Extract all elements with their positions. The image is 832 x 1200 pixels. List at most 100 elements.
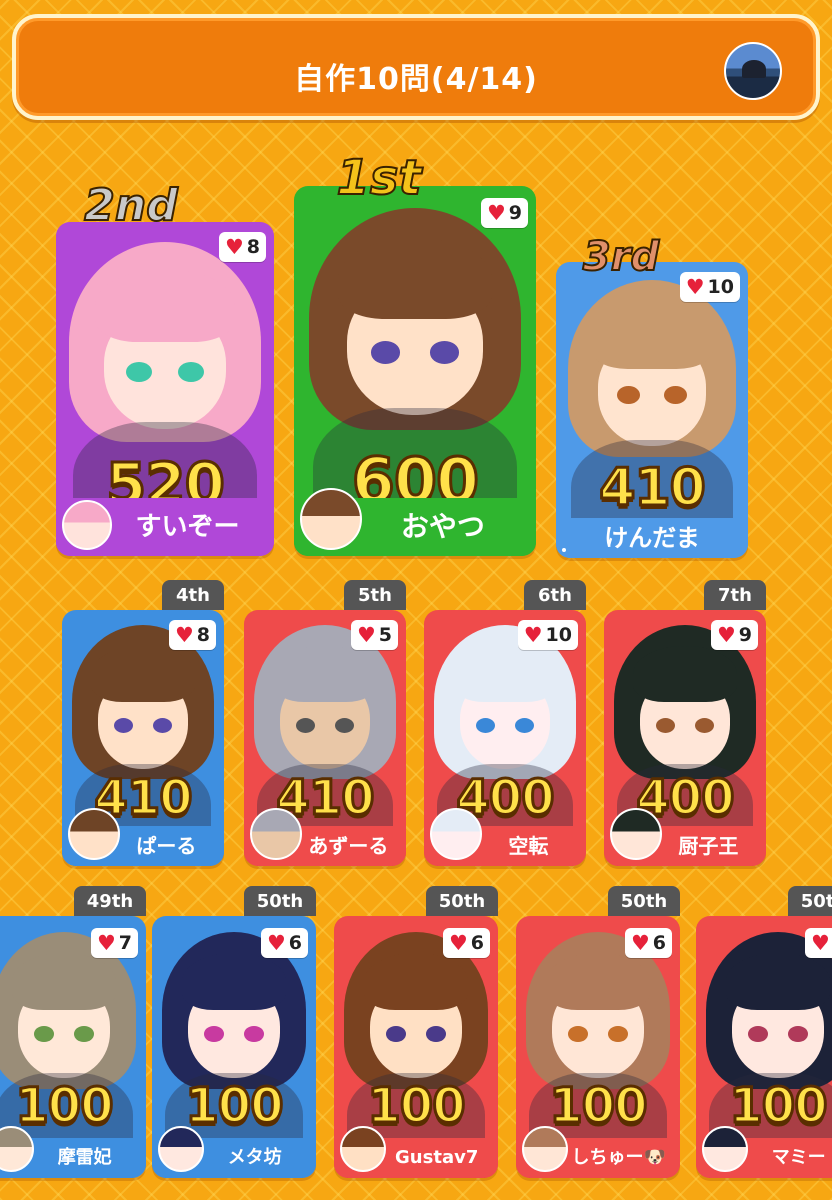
- player-avatar[interactable]: [300, 488, 362, 550]
- heart-icon: ♥: [266, 930, 286, 955]
- player-avatar[interactable]: [68, 808, 120, 860]
- player-avatar[interactable]: [62, 500, 112, 550]
- rank-label: 50th: [800, 890, 832, 912]
- character-bangs: [95, 268, 235, 343]
- character-eye: [694, 717, 715, 733]
- heart-count-badge: ♥ 5: [350, 620, 398, 650]
- rank-label: 4th: [176, 584, 210, 606]
- rank-tab: 50th: [426, 886, 498, 916]
- rank-tab: 4th: [162, 580, 224, 610]
- heart-icon: ♥: [685, 274, 705, 299]
- character-eye: [514, 717, 535, 733]
- heart-icon: ♥: [810, 930, 830, 955]
- heart-icon: ♥: [96, 930, 116, 955]
- rank-laurel-badge: 2nd: [66, 179, 196, 232]
- player-avatar[interactable]: [250, 808, 302, 860]
- character-eye: [334, 717, 355, 733]
- character-eye: [371, 341, 401, 364]
- rank-label: 50th: [256, 890, 304, 912]
- heart-count: 6: [470, 932, 484, 954]
- heart-count: 8: [196, 624, 210, 646]
- character-bangs: [590, 303, 714, 369]
- player-avatar[interactable]: [562, 548, 566, 552]
- player-avatar[interactable]: [522, 1126, 568, 1172]
- quiz-header: 自作10問(4/14): [12, 14, 820, 120]
- rank-label: 50th: [438, 890, 486, 912]
- player-avatar[interactable]: [702, 1126, 748, 1172]
- player-card[interactable]: 410 けんだま ♥ 10: [556, 262, 748, 558]
- rank-tab: 6th: [524, 580, 586, 610]
- player-card[interactable]: 100 摩雷妃 ♥ 7: [0, 916, 146, 1178]
- character-eye: [663, 386, 687, 405]
- character-eye: [152, 717, 173, 733]
- player-name: あずーる: [308, 834, 389, 858]
- rank-label: 5th: [358, 584, 392, 606]
- character-bangs: [725, 952, 831, 1011]
- player-card[interactable]: 100 Gustav7 ♥ 6: [334, 916, 498, 1178]
- player-card[interactable]: 400 厨子王 ♥ 9: [604, 610, 766, 866]
- heart-icon: ♥: [716, 622, 736, 647]
- player-card[interactable]: 100 マミー ♥6: [696, 916, 832, 1178]
- character-bangs: [363, 952, 469, 1011]
- character-eye: [243, 1026, 264, 1042]
- character-bangs: [453, 645, 557, 703]
- player-card[interactable]: 400 空転 ♥ 10: [424, 610, 586, 866]
- heart-count: 10: [707, 276, 734, 298]
- player-name: しちゅー🐶: [571, 1147, 666, 1168]
- heart-icon: ♥: [523, 622, 543, 647]
- player-card[interactable]: 410 あずーる ♥ 5: [244, 610, 406, 866]
- player-avatar[interactable]: [340, 1126, 386, 1172]
- character-bangs: [273, 645, 377, 703]
- character-eye: [204, 1026, 225, 1042]
- player-avatar[interactable]: [158, 1126, 204, 1172]
- heart-count: 6: [652, 932, 666, 954]
- score-value: 100: [728, 1077, 829, 1136]
- player-card[interactable]: 100 しちゅー🐶 ♥ 6: [516, 916, 680, 1178]
- quiz-title: 自作10問(4/14): [294, 62, 538, 97]
- rank-label: 49th: [86, 890, 134, 912]
- player-name: マミー: [771, 1147, 826, 1168]
- heart-count-badge: ♥ 8: [218, 232, 266, 262]
- character-eye: [425, 1026, 446, 1042]
- rank-tab: 5th: [344, 580, 406, 610]
- character-eye: [113, 717, 134, 733]
- character-eye: [34, 1026, 55, 1042]
- rank-label: 2nd: [83, 179, 178, 232]
- character-eye: [787, 1026, 808, 1042]
- character-eye: [295, 717, 316, 733]
- heart-count: 5: [378, 624, 392, 646]
- heart-count-badge: ♥6: [624, 928, 672, 958]
- heart-count: 10: [545, 624, 572, 646]
- rank-laurel-badge: 1st: [314, 149, 444, 207]
- player-card[interactable]: 410 ぱーる ♥ 8: [62, 610, 224, 866]
- player-card[interactable]: 100 メタ坊 ♥ 6: [152, 916, 316, 1178]
- character-bangs: [545, 952, 651, 1011]
- heart-count-badge: ♥ 9: [480, 198, 528, 228]
- player-name: すいぞー: [135, 512, 240, 542]
- heart-count-badge: ♥6: [804, 928, 832, 958]
- player-name: おやつ: [400, 510, 485, 543]
- player-card[interactable]: 520 すいぞー ♥ 8: [56, 222, 274, 556]
- character-eye: [748, 1026, 769, 1042]
- character-bangs: [181, 952, 287, 1011]
- heart-count-badge: ♥6: [442, 928, 490, 958]
- rank-label: 50th: [620, 890, 668, 912]
- heart-count-badge: ♥6: [260, 928, 308, 958]
- host-avatar[interactable]: [724, 42, 782, 100]
- player-avatar[interactable]: [430, 808, 482, 860]
- player-name-bar: けんだま: [556, 518, 748, 558]
- rank-tab: 7th: [704, 580, 766, 610]
- rank-tab: 50th: [608, 886, 680, 916]
- score-value: 410: [598, 457, 708, 520]
- character-eye: [655, 717, 676, 733]
- character-bangs: [91, 645, 195, 703]
- rank-laurel-badge: 3rd: [566, 233, 676, 281]
- heart-icon: ♥: [356, 622, 376, 647]
- character-eye: [386, 1026, 407, 1042]
- player-avatar[interactable]: [610, 808, 662, 860]
- heart-icon: ♥: [224, 234, 244, 259]
- score-value: 100: [14, 1077, 115, 1136]
- player-card[interactable]: 600 おやつ ♥ 9: [294, 186, 536, 556]
- heart-count: 9: [508, 202, 522, 224]
- heart-count: 9: [738, 624, 752, 646]
